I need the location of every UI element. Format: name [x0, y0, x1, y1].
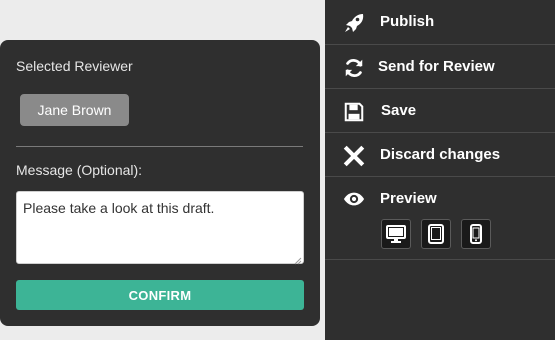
save-label: Save — [381, 102, 417, 119]
popover-divider — [16, 146, 303, 147]
send-for-review-label: Send for Review — [378, 58, 495, 75]
selected-reviewer-heading: Selected Reviewer — [16, 58, 133, 74]
mobile-icon — [470, 224, 482, 244]
discard-changes-label: Discard changes — [380, 146, 501, 163]
resize-grip-icon[interactable] — [292, 252, 302, 265]
send-for-review-popover: Selected Reviewer Jane Brown Message (Op… — [0, 40, 320, 326]
eye-icon — [341, 186, 367, 212]
reviewer-chip[interactable]: Jane Brown — [20, 94, 129, 126]
save-action[interactable]: Save — [325, 89, 555, 133]
preview-mobile-button[interactable] — [461, 219, 491, 249]
preview-label: Preview — [380, 190, 437, 207]
desktop-icon — [386, 225, 406, 243]
preview-desktop-button[interactable] — [381, 219, 411, 249]
preview-tablet-button[interactable] — [421, 219, 451, 249]
message-textarea[interactable]: Please take a look at this draft. — [16, 191, 304, 264]
close-icon — [341, 143, 367, 169]
confirm-button[interactable]: CONFIRM — [16, 280, 304, 310]
tablet-icon — [428, 224, 444, 244]
discard-changes-action[interactable]: Discard changes — [325, 133, 555, 177]
actions-panel: Publish Send for Review Save Discard cha… — [325, 0, 555, 340]
floppy-disk-icon — [341, 99, 367, 125]
rocket-icon — [341, 10, 367, 36]
publish-label: Publish — [380, 13, 435, 30]
message-label: Message (Optional): — [16, 162, 143, 178]
refresh-icon — [341, 55, 367, 81]
divider — [325, 259, 555, 260]
publish-action[interactable]: Publish — [325, 0, 555, 44]
send-for-review-action[interactable]: Send for Review — [325, 45, 555, 89]
